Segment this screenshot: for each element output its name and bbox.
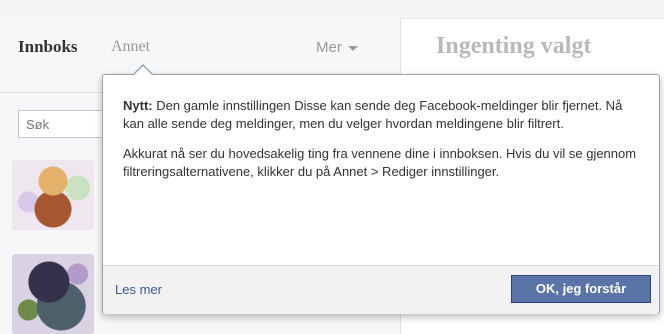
search-input[interactable] <box>18 110 108 138</box>
new-label: Nytt: <box>123 98 153 113</box>
top-strip <box>0 0 664 19</box>
chevron-down-icon <box>347 45 358 51</box>
more-label: Mer <box>316 39 342 56</box>
no-selection-title: Ingenting valgt <box>436 33 592 59</box>
learn-more-link[interactable]: Les mer <box>115 282 162 297</box>
avatar[interactable] <box>12 254 94 334</box>
popover-body: Nytt: Den gamle innstillingen Disse kan … <box>123 97 643 193</box>
avatar[interactable] <box>12 160 94 230</box>
ok-button[interactable]: OK, jeg forstår <box>511 275 651 303</box>
more-button[interactable]: Mer <box>316 39 358 56</box>
info-popover: Nytt: Den gamle innstillingen Disse kan … <box>102 74 660 314</box>
paragraph-1-text: Den gamle innstillingen Disse kan sende … <box>123 98 623 131</box>
popover-arrow-fill <box>133 66 153 76</box>
popover-paragraph-1: Nytt: Den gamle innstillingen Disse kan … <box>123 97 643 133</box>
popover-footer: Les mer OK, jeg forstår <box>103 265 659 314</box>
popover-paragraph-2: Akkurat nå ser du hovedsakelig ting fra … <box>123 146 637 179</box>
tab-inbox[interactable]: Innboks <box>18 37 78 57</box>
tab-other[interactable]: Annet <box>111 38 150 56</box>
